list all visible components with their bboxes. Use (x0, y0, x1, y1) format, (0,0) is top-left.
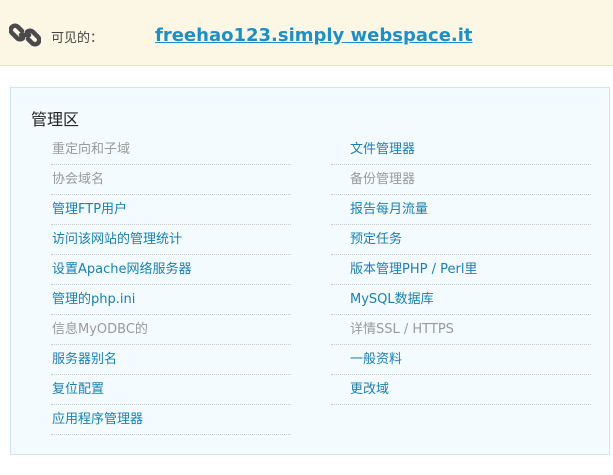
menu-item[interactable]: 复位配置 (51, 375, 291, 405)
menu-item[interactable]: 预定任务 (331, 225, 591, 255)
menu-item: 信息MyODBC的 (51, 315, 291, 345)
menu-item[interactable]: 报告每月流量 (331, 195, 591, 225)
menu-item: 重定向和子域 (51, 135, 291, 165)
menu-item[interactable]: 更改域 (331, 375, 591, 405)
menu-item: 协会域名 (51, 165, 291, 195)
site-header: 可见的： freehao123.simply webspace.it (0, 0, 613, 66)
menu-item: 详情SSL / HTTPS (331, 315, 591, 345)
menu-item[interactable]: 管理FTP用户 (51, 195, 291, 225)
menu-item[interactable]: 访问该网站的管理统计 (51, 225, 291, 255)
menu-item[interactable]: 管理的php.ini (51, 285, 291, 315)
visible-label: 可见的： (51, 31, 104, 46)
site-url-link[interactable]: freehao123.simply webspace.it (155, 25, 473, 46)
menu-item[interactable]: 版本管理PHP / Perl里 (331, 255, 591, 285)
menu-item[interactable]: 文件管理器 (331, 135, 591, 165)
admin-panel: 管理区 重定向和子域 协会域名 管理FTP用户 访问该网站的管理统计 设置Apache网… (10, 87, 610, 455)
menu-item: 备份管理器 (331, 165, 591, 195)
menu-item[interactable]: 应用程序管理器 (51, 405, 291, 435)
menu-item[interactable]: MySQL数据库 (331, 285, 591, 315)
menu-item[interactable]: 一般资料 (331, 345, 591, 375)
panel-title: 管理区 (31, 110, 80, 129)
link-chain-icon (9, 23, 41, 47)
menu-item[interactable]: 设置Apache网络服务器 (51, 255, 291, 285)
right-menu-column: 文件管理器 备份管理器 报告每月流量 预定任务 版本管理PHP / Perl里 MySQL… (331, 135, 591, 405)
menu-item[interactable]: 服务器别名 (51, 345, 291, 375)
left-menu-column: 重定向和子域 协会域名 管理FTP用户 访问该网站的管理统计 设置Apache网络服务器… (51, 135, 291, 435)
